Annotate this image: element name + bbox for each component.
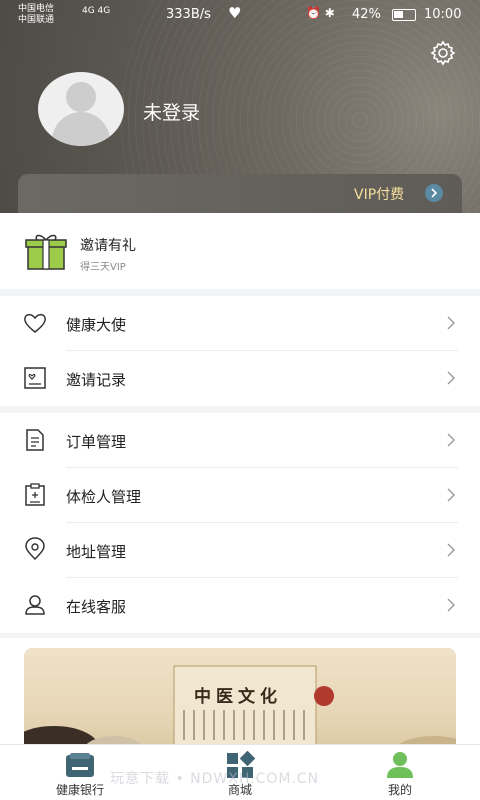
menu-item-address[interactable]: 地址管理: [0, 523, 480, 578]
tab-label: 我的: [387, 783, 412, 797]
tcm-culture-banner[interactable]: 中医文化: [24, 648, 456, 758]
chevron-right-icon: [444, 370, 458, 386]
settings-gear-icon[interactable]: [428, 38, 458, 68]
status-bar: 中国电信 中国联通 4G 4G 333B/s ♥ ⏰ ✱ 42% 10:00: [0, 0, 480, 30]
watermark-text: 玩意下载 • NDWXH.COM.CN: [110, 771, 320, 787]
customer-service-icon: [22, 592, 48, 618]
battery-icon: [392, 9, 416, 21]
menu-item-label: 健康大使: [66, 316, 127, 334]
clock: 10:00: [424, 7, 462, 22]
menu-item-label: 邀请记录: [66, 371, 127, 389]
menu-item-label: 在线客服: [66, 598, 127, 616]
chevron-right-icon: [444, 315, 458, 331]
menu-item-invite-record[interactable]: 邀请记录: [0, 351, 480, 406]
avatar[interactable]: [38, 72, 124, 146]
battery-percent: 42%: [352, 7, 381, 22]
invite-subtitle: 得三天VIP: [80, 262, 126, 273]
banner-title: 中医文化: [194, 687, 282, 707]
profile-icon: [384, 751, 416, 779]
banner-section: 中医文化: [0, 638, 480, 758]
avatar-head: [66, 82, 96, 112]
menu-group-ambassador: 健康大使 邀请记录: [0, 296, 480, 406]
network-speed: 333B/s: [166, 7, 211, 22]
menu-group-management: 订单管理 体检人管理 地址管理 在线客服: [0, 413, 480, 633]
chevron-right-icon: [444, 432, 458, 448]
arrow-right-icon: [425, 184, 443, 202]
menu-item-customer-service[interactable]: 在线客服: [0, 578, 480, 633]
heart-icon: [22, 310, 48, 336]
location-icon: [22, 537, 48, 563]
invite-record-icon: [22, 365, 48, 391]
invite-card[interactable]: 邀请有礼 得三天VIP: [0, 213, 480, 289]
tab-mine[interactable]: 我的: [340, 745, 460, 800]
profile-header: 中国电信 中国联通 4G 4G 333B/s ♥ ⏰ ✱ 42% 10:00 未…: [0, 0, 480, 213]
gift-icon: [24, 231, 68, 271]
avatar-body: [52, 112, 110, 146]
carrier-2: 中国联通: [18, 15, 55, 25]
checkup-person-icon: [22, 482, 48, 508]
chevron-right-icon: [444, 487, 458, 503]
menu-item-health-ambassador[interactable]: 健康大使: [0, 296, 480, 351]
chevron-right-icon: [444, 542, 458, 558]
vip-banner[interactable]: VIP付费: [18, 174, 462, 213]
invite-title: 邀请有礼: [80, 238, 136, 254]
menu-item-label: 体检人管理: [66, 488, 142, 506]
carrier-names: 中国电信 中国联通: [18, 4, 54, 26]
chevron-right-icon: [444, 597, 458, 613]
menu-item-label: 地址管理: [66, 543, 127, 561]
system-icons: ⏰ ✱: [306, 6, 335, 20]
menu-item-order-management[interactable]: 订单管理: [0, 413, 480, 468]
wallet-icon: [64, 751, 96, 779]
menu-item-checkup-person[interactable]: 体检人管理: [0, 468, 480, 523]
order-icon: [22, 427, 48, 453]
health-icon: ♥: [228, 4, 242, 22]
vip-label: VIP付费: [354, 187, 405, 203]
network-indicator: 4G 4G: [82, 6, 111, 16]
login-status[interactable]: 未登录: [143, 98, 200, 125]
menu-item-label: 订单管理: [66, 433, 127, 451]
carrier-1: 中国电信: [18, 4, 55, 14]
